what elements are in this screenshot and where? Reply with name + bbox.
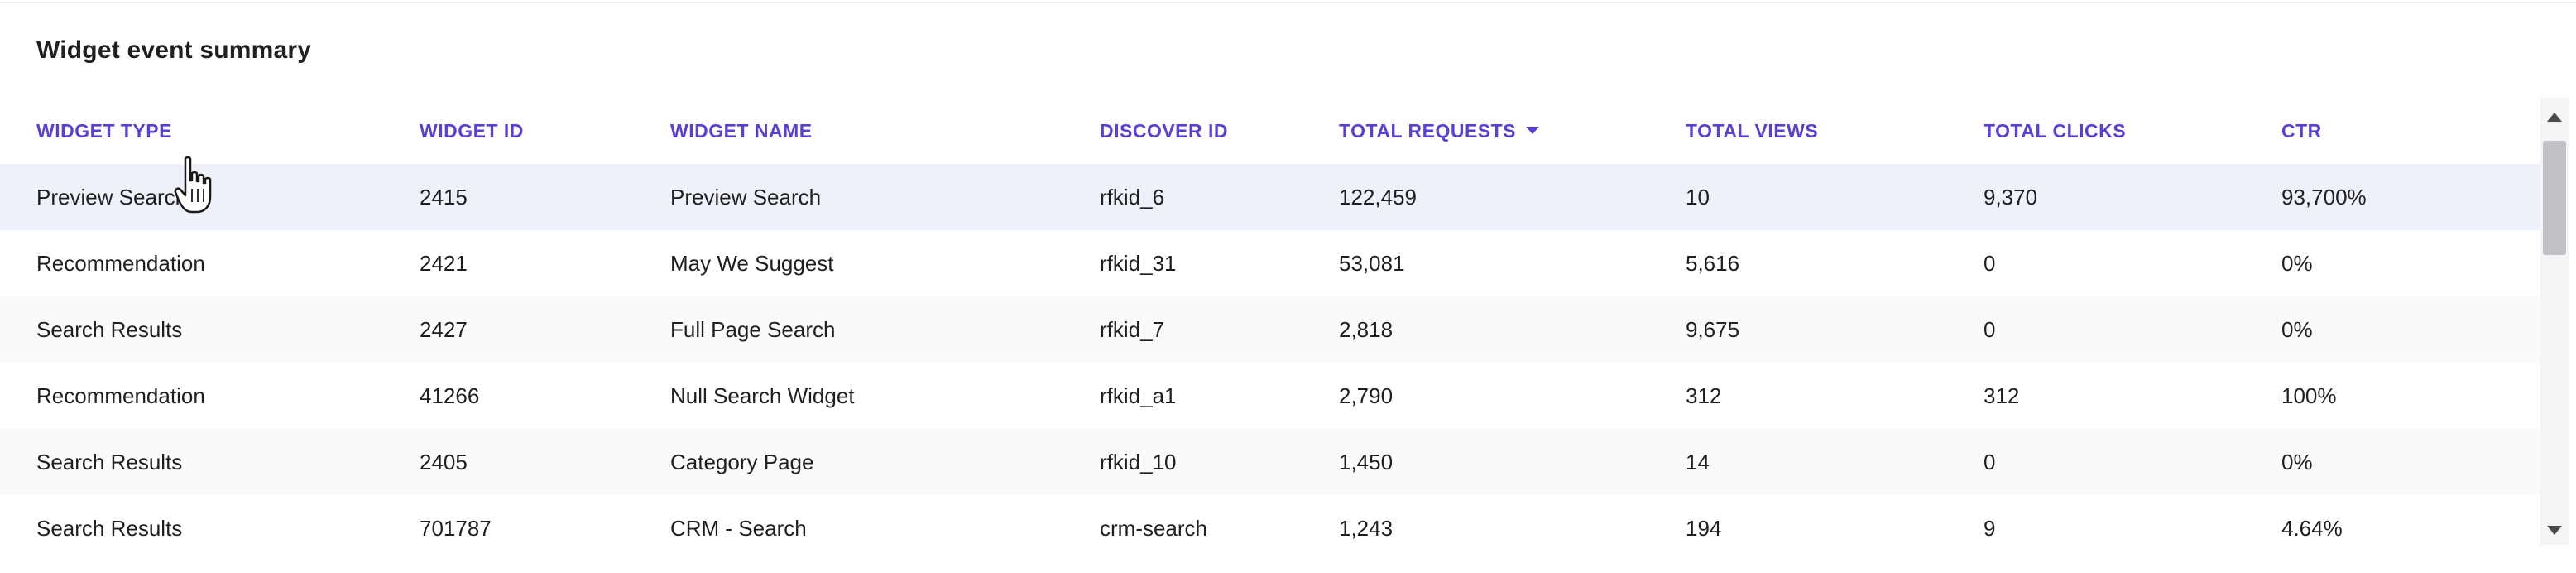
cell-widget-name: May We Suggest <box>670 251 834 276</box>
cell-total-clicks: 312 <box>1984 383 2020 408</box>
cell-widget-type: Preview Search <box>36 185 188 209</box>
hand-pointer-icon <box>174 156 212 214</box>
cell-total-views: 14 <box>1686 450 1710 474</box>
cell-widget-id: 2405 <box>420 450 468 474</box>
column-header-total-requests[interactable]: TOTAL REQUESTS <box>1339 98 1540 164</box>
cell-total-requests: 53,081 <box>1339 251 1405 276</box>
cell-ctr: 93,700% <box>2281 185 2367 209</box>
panel-title: Widget event summary <box>36 36 312 64</box>
column-header-total-views[interactable]: TOTAL VIEWS <box>1686 98 1818 164</box>
cell-widget-type: Search Results <box>36 317 183 342</box>
column-header-total-clicks[interactable]: TOTAL CLICKS <box>1984 98 2126 164</box>
cell-discover-id: crm-search <box>1100 516 1208 541</box>
column-header-widget-id[interactable]: WIDGET ID <box>420 98 524 164</box>
cell-widget-name: Null Search Widget <box>670 383 855 408</box>
cell-widget-type: Search Results <box>36 516 183 541</box>
scroll-up-arrow-icon[interactable] <box>2547 113 2562 122</box>
cell-widget-type: Recommendation <box>36 251 205 276</box>
cell-widget-id: 2427 <box>420 317 468 342</box>
column-header-widget-type[interactable]: WIDGET TYPE <box>36 98 172 164</box>
cell-widget-type: Recommendation <box>36 383 205 408</box>
cell-discover-id: rfkid_10 <box>1100 450 1177 474</box>
cell-total-clicks: 0 <box>1984 450 1996 474</box>
scroll-down-arrow-icon[interactable] <box>2547 526 2562 535</box>
table-row[interactable]: Search Results 2427 Full Page Search rfk… <box>0 296 2540 363</box>
cell-widget-id: 41266 <box>420 383 480 408</box>
cell-total-views: 312 <box>1686 383 1722 408</box>
cell-total-clicks: 9 <box>1984 516 1996 541</box>
cell-widget-name: CRM - Search <box>670 516 807 541</box>
cell-total-views: 194 <box>1686 516 1722 541</box>
cell-widget-name: Full Page Search <box>670 317 836 342</box>
cell-discover-id: rfkid_7 <box>1100 317 1165 342</box>
scrollbar-thumb[interactable] <box>2543 141 2566 255</box>
table-row[interactable]: Search Results 701787 CRM - Search crm-s… <box>0 495 2540 561</box>
table-header-row: WIDGET TYPE WIDGET ID WIDGET NAME DISCOV… <box>0 98 2540 164</box>
cell-total-requests: 2,790 <box>1339 383 1394 408</box>
cell-discover-id: rfkid_6 <box>1100 185 1165 209</box>
cell-total-clicks: 0 <box>1984 317 1996 342</box>
cell-ctr: 0% <box>2281 251 2313 276</box>
cell-widget-name: Category Page <box>670 450 814 474</box>
caret-down-icon[interactable] <box>1526 127 1540 135</box>
column-header-widget-name[interactable]: WIDGET NAME <box>670 98 813 164</box>
cell-discover-id: rfkid_a1 <box>1100 383 1177 408</box>
cell-ctr: 0% <box>2281 317 2313 342</box>
column-header-ctr[interactable]: CTR <box>2281 98 2322 164</box>
widget-event-summary-panel: Widget event summary WIDGET TYPE WIDGET … <box>0 0 2576 573</box>
cell-ctr: 0% <box>2281 450 2313 474</box>
cell-discover-id: rfkid_31 <box>1100 251 1177 276</box>
widget-summary-table: WIDGET TYPE WIDGET ID WIDGET NAME DISCOV… <box>0 98 2540 561</box>
cell-total-views: 5,616 <box>1686 251 1740 276</box>
table-row[interactable]: Recommendation 41266 Null Search Widget … <box>0 363 2540 429</box>
cell-total-requests: 122,459 <box>1339 185 1417 209</box>
cell-ctr: 4.64% <box>2281 516 2343 541</box>
cell-total-requests: 1,450 <box>1339 450 1394 474</box>
cell-total-requests: 1,243 <box>1339 516 1394 541</box>
table-row[interactable]: Recommendation 2421 May We Suggest rfkid… <box>0 230 2540 296</box>
cell-widget-name: Preview Search <box>670 185 822 209</box>
cell-widget-id: 701787 <box>420 516 492 541</box>
cell-total-clicks: 0 <box>1984 251 1996 276</box>
table-row[interactable]: Search Results 2405 Category Page rfkid_… <box>0 429 2540 495</box>
table-row[interactable]: Preview Search 2415 Preview Search rfkid… <box>0 164 2540 230</box>
cell-total-views: 10 <box>1686 185 1710 209</box>
cell-widget-id: 2415 <box>420 185 468 209</box>
table-scrollbar[interactable] <box>2540 98 2569 545</box>
cell-ctr: 100% <box>2281 383 2337 408</box>
cell-widget-type: Search Results <box>36 450 183 474</box>
cell-total-views: 9,675 <box>1686 317 1740 342</box>
cell-total-requests: 2,818 <box>1339 317 1394 342</box>
cell-total-clicks: 9,370 <box>1984 185 2038 209</box>
cell-widget-id: 2421 <box>420 251 468 276</box>
column-header-discover-id[interactable]: DISCOVER ID <box>1100 98 1228 164</box>
